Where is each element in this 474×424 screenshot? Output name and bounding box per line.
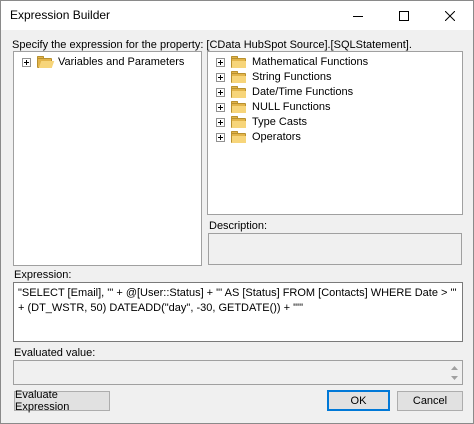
- tree-item-label: Mathematical Functions: [252, 56, 369, 68]
- plus-expander-icon[interactable]: [216, 57, 225, 67]
- tree-item-label: NULL Functions: [252, 101, 331, 113]
- evaluated-value-label: Evaluated value:: [14, 347, 96, 359]
- plus-expander-icon[interactable]: [216, 117, 225, 127]
- ok-button[interactable]: OK: [327, 390, 390, 411]
- tree-item-label: Type Casts: [252, 116, 308, 128]
- description-label: Description:: [209, 220, 268, 232]
- tree-item-label: Date/Time Functions: [252, 86, 354, 98]
- folder-icon: [37, 55, 55, 69]
- folder-icon: [231, 115, 247, 129]
- scroll-down-icon[interactable]: [450, 373, 459, 382]
- close-button[interactable]: [427, 1, 473, 30]
- title-bar: Expression Builder: [1, 1, 473, 30]
- cancel-button[interactable]: Cancel: [397, 391, 463, 411]
- evaluated-value-box: [13, 360, 463, 385]
- tree-item-variables-and-parameters[interactable]: Variables and Parameters: [22, 54, 184, 70]
- expression-textbox[interactable]: "SELECT [Email], '" + @[User::Status] + …: [13, 282, 463, 342]
- minimize-button[interactable]: [335, 1, 381, 30]
- folder-icon: [231, 100, 247, 114]
- close-icon: [445, 10, 455, 21]
- tree-item-operators[interactable]: Operators: [216, 129, 301, 145]
- expression-builder-window: Expression Builder Specify the expressio…: [0, 0, 474, 424]
- folder-icon: [231, 130, 247, 144]
- functions-tree-panel[interactable]: Mathematical Functions String Functions …: [207, 51, 463, 215]
- expression-label: Expression:: [14, 269, 72, 281]
- plus-expander-icon[interactable]: [216, 102, 225, 112]
- plus-expander-icon[interactable]: [22, 57, 31, 67]
- maximize-button[interactable]: [381, 1, 427, 30]
- tree-item-date-time-functions[interactable]: Date/Time Functions: [216, 84, 353, 100]
- tree-item-mathematical-functions[interactable]: Mathematical Functions: [216, 54, 368, 70]
- window-title: Expression Builder: [10, 8, 111, 22]
- tree-item-label: String Functions: [252, 71, 332, 83]
- tree-item-label: Operators: [252, 131, 301, 143]
- tree-item-type-casts[interactable]: Type Casts: [216, 114, 307, 130]
- plus-expander-icon[interactable]: [216, 72, 225, 82]
- description-box: [208, 233, 462, 265]
- tree-item-null-functions[interactable]: NULL Functions: [216, 99, 330, 115]
- folder-icon: [231, 70, 247, 84]
- minimize-icon: [353, 15, 363, 17]
- variables-tree-panel[interactable]: Variables and Parameters: [13, 51, 202, 266]
- evaluate-expression-button[interactable]: Evaluate Expression: [14, 389, 110, 413]
- maximize-icon: [399, 10, 409, 21]
- property-prompt: Specify the expression for the property:…: [12, 39, 412, 51]
- folder-icon: [231, 55, 247, 69]
- plus-expander-icon[interactable]: [216, 132, 225, 142]
- scroll-up-icon[interactable]: [450, 363, 459, 372]
- tree-item-label: Variables and Parameters: [58, 56, 185, 68]
- folder-icon: [231, 85, 247, 99]
- tree-item-string-functions[interactable]: String Functions: [216, 69, 331, 85]
- plus-expander-icon[interactable]: [216, 87, 225, 97]
